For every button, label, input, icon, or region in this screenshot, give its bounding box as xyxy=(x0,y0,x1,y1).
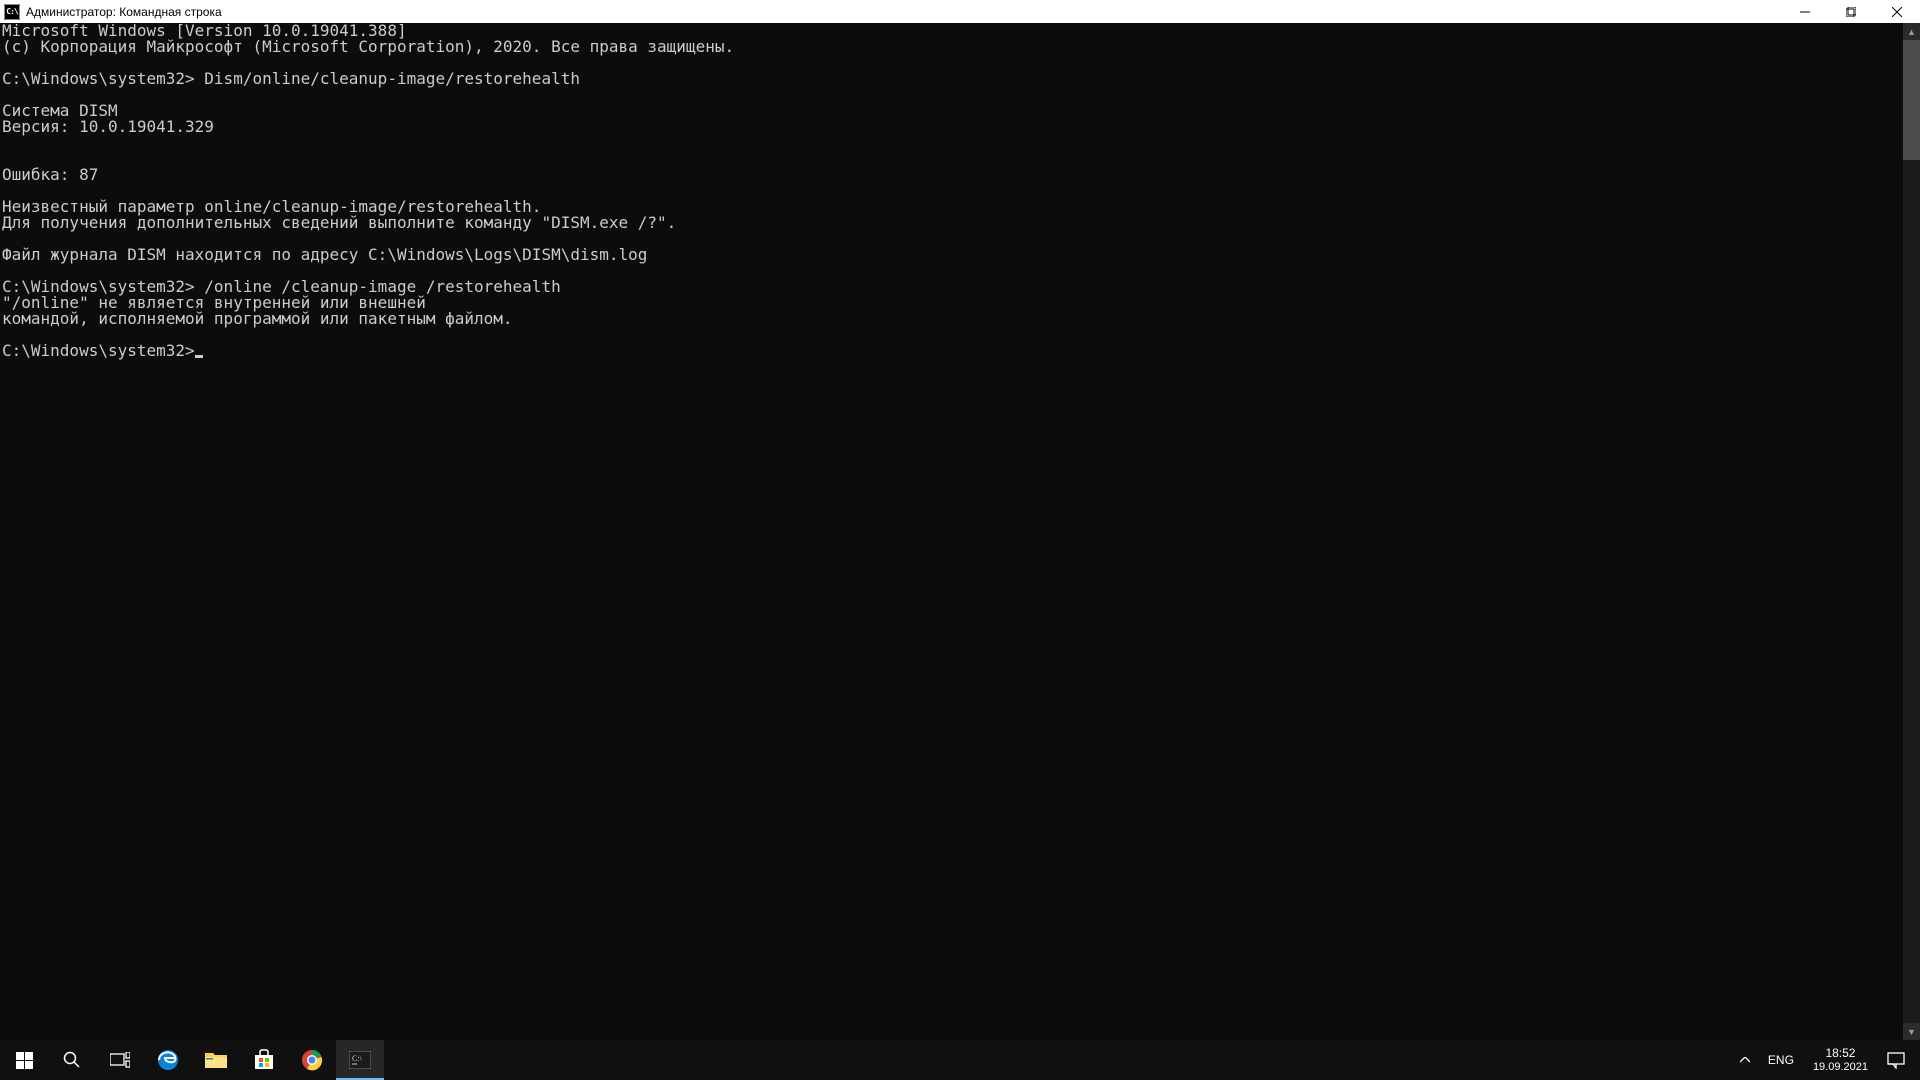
scroll-track[interactable] xyxy=(1903,40,1920,1023)
edge-icon xyxy=(156,1048,180,1072)
search-icon xyxy=(63,1051,81,1069)
tray-overflow-button[interactable] xyxy=(1731,1040,1759,1080)
text-cursor xyxy=(195,355,203,358)
folder-icon xyxy=(204,1050,228,1070)
taskbar-app-cmd[interactable]: C:\ xyxy=(336,1040,384,1080)
tray-action-center[interactable] xyxy=(1878,1040,1914,1080)
cmd-icon: C:\ xyxy=(4,4,20,20)
taskbar-app-chrome[interactable] xyxy=(288,1040,336,1080)
window-title: Администратор: Командная строка xyxy=(26,5,222,19)
maximize-button[interactable] xyxy=(1828,0,1874,23)
chrome-icon xyxy=(301,1049,323,1071)
svg-text:C:\: C:\ xyxy=(352,1054,363,1063)
console-area: Microsoft Windows [Version 10.0.19041.38… xyxy=(0,23,1920,1040)
system-tray: ENG 18:52 19.09.2021 xyxy=(1731,1040,1920,1080)
search-button[interactable] xyxy=(48,1040,96,1080)
terminal-icon: C:\ xyxy=(349,1051,371,1069)
chevron-up-icon xyxy=(1740,1057,1750,1063)
scroll-up-arrow[interactable]: ▲ xyxy=(1903,23,1920,40)
taskbar-app-edge[interactable] xyxy=(144,1040,192,1080)
scroll-thumb[interactable] xyxy=(1903,40,1920,160)
console-output[interactable]: Microsoft Windows [Version 10.0.19041.38… xyxy=(0,23,1903,1040)
minimize-button[interactable] xyxy=(1782,0,1828,23)
vertical-scrollbar[interactable]: ▲ ▼ xyxy=(1903,23,1920,1040)
store-icon xyxy=(253,1049,275,1071)
close-button[interactable] xyxy=(1874,0,1920,23)
tray-language[interactable]: ENG xyxy=(1759,1040,1803,1080)
start-button[interactable] xyxy=(0,1040,48,1080)
taskbar: C:\ ENG 18:52 19.09.2021 xyxy=(0,1040,1920,1080)
windows-logo-icon xyxy=(16,1052,33,1069)
notification-icon xyxy=(1887,1051,1905,1069)
tray-clock[interactable]: 18:52 19.09.2021 xyxy=(1803,1040,1878,1080)
tray-date: 19.09.2021 xyxy=(1813,1060,1868,1074)
task-view-button[interactable] xyxy=(96,1040,144,1080)
scroll-down-arrow[interactable]: ▼ xyxy=(1903,1023,1920,1040)
tray-time: 18:52 xyxy=(1825,1046,1855,1060)
window-titlebar: C:\ Администратор: Командная строка xyxy=(0,0,1920,23)
task-view-icon xyxy=(110,1052,130,1068)
taskbar-app-explorer[interactable] xyxy=(192,1040,240,1080)
taskbar-app-store[interactable] xyxy=(240,1040,288,1080)
